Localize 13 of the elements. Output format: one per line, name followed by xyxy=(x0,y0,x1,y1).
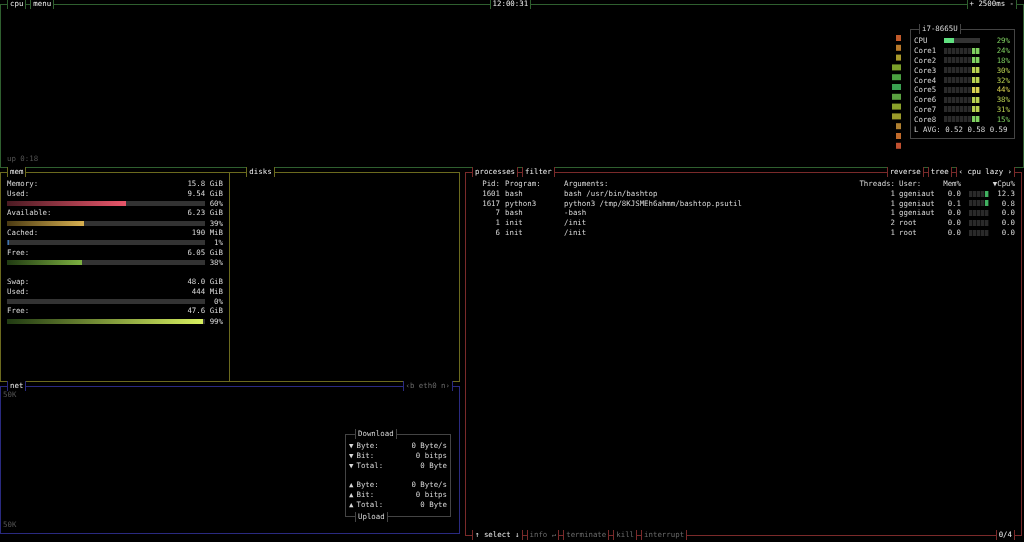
core-graph-drawing xyxy=(944,47,980,54)
cpu-graph-drawing xyxy=(969,220,989,227)
core-graph-drawing xyxy=(944,86,980,93)
core-graph-drawing xyxy=(944,106,980,113)
core-graph-drawing xyxy=(944,96,980,103)
core-graph-drawing xyxy=(944,57,980,64)
cpu-graph-drawing xyxy=(969,190,989,197)
cpu-graph-drawing xyxy=(969,210,989,217)
cpu-graph-drawing xyxy=(969,200,989,207)
core-graph-drawing xyxy=(944,67,980,74)
cpu-graph-drawing xyxy=(969,229,989,236)
core-graph-drawing xyxy=(944,77,980,84)
core-graph-drawing xyxy=(944,116,980,123)
